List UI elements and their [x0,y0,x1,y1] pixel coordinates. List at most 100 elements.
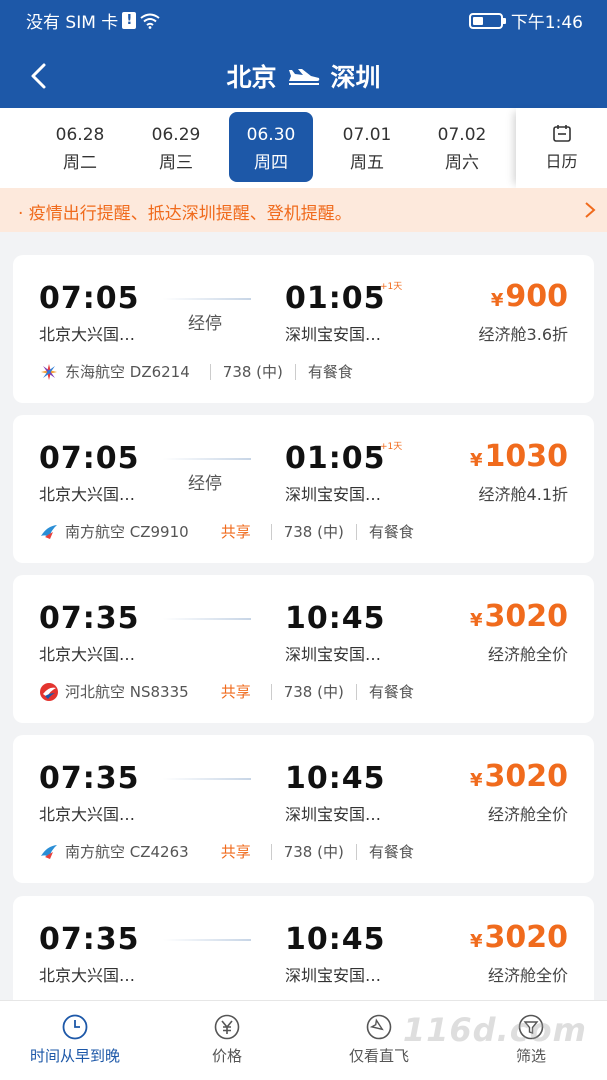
flight-card[interactable]: 07:35 北京大兴国… 10:45 深圳宝安国… ¥3020 经济舱全价 南方… [13,735,594,883]
route-line [163,778,251,780]
meal-info: 有餐食 [307,363,353,381]
currency-symbol: ¥ [469,450,483,471]
hebei-logo-icon [40,682,58,701]
flight-card[interactable]: 07:05 北京大兴国… 经停 01:05 +1天 深圳宝安国… ¥900 经济… [13,255,594,403]
arrival-airport: 深圳宝安国… [285,485,382,504]
cabin-class: 经济舱全价 [487,966,568,985]
price-value: 3020 [484,920,569,955]
status-bar: 没有 SIM 卡 下午1:46 [0,0,607,38]
plane-icon [288,69,319,85]
header: 北京 深圳 [0,44,607,108]
donghai-logo-icon [41,363,57,380]
chevron-right-icon [585,202,596,218]
airline-flight-no: 南方航空 CZ4263 [65,843,189,861]
bottom-sort-bar: 时间从早到晚 价格 仅看直飞 筛选 116d.com [0,1000,607,1080]
sort-price-label: 价格 [211,1047,242,1065]
cabin-class: 经济舱全价 [487,645,568,664]
stopover-label: 经停 [188,474,222,494]
departure-airport: 北京大兴国… [39,966,136,985]
codeshare-badge: 共享 [220,523,251,541]
currency-symbol: ¥ [469,610,483,631]
airline-flight-no: 南方航空 CZ9910 [65,523,189,541]
cabin-class: 经济舱3.6折 [478,325,568,344]
arrival-airport: 深圳宝安国… [285,645,382,664]
notice-text: · 疫情出行提醒、抵达深圳提醒、登机提醒。 [18,204,352,224]
sort-time-label: 时间从早到晚 [29,1047,120,1065]
calendar-button[interactable]: 日历 [516,108,607,188]
flight-card[interactable]: 07:35 北京大兴国… 10:45 深圳宝安国… ¥3020 经济舱全价 河北… [13,575,594,723]
route-line [163,298,251,300]
price: ¥1030 [470,439,568,474]
aircraft-type: 738 (中) [283,523,344,541]
cabin-class: 经济舱4.1折 [478,485,568,504]
departure-time: 07:05 [39,281,140,316]
date-tab-0701[interactable]: 07.01 周五 [325,112,409,182]
airline-flight-no: 东海航空 DZ6214 [65,363,190,381]
wifi-icon [140,13,160,29]
arrival-time: 10:45 [285,601,386,636]
currency-symbol: ¥ [490,290,504,311]
date-tab-0702[interactable]: 07.02 周六 [420,112,504,182]
stopover-label: 经停 [188,314,222,334]
direct-only-label: 仅看直飞 [348,1047,409,1065]
flight-card[interactable]: 07:05 北京大兴国… 经停 01:05 +1天 深圳宝安国… ¥1030 经… [13,415,594,563]
arrival-time: 10:45 [285,922,386,957]
china-southern-logo-icon [41,524,57,539]
price-value: 3020 [484,759,569,794]
aircraft-type: 738 (中) [283,683,344,701]
arrival-time: 01:05 [285,441,386,476]
route-line [163,618,251,620]
aircraft-type: 738 (中) [222,363,283,381]
meal-info: 有餐食 [368,683,414,701]
divider [355,523,357,540]
currency-symbol: ¥ [469,931,483,952]
direct-flight-icon [366,1014,392,1040]
divider [209,363,211,380]
sort-time-tab[interactable]: 时间从早到晚 [10,1013,140,1066]
price-value: 1030 [484,439,569,474]
departure-time: 07:35 [39,601,140,636]
route-line [163,939,251,941]
cabin-class: 经济舱全价 [487,805,568,824]
arrival-airport: 深圳宝安国… [285,325,382,344]
date-selector: 06.28 周二 06.29 周三 06.30 周四 07.01 周五 07.0… [0,108,607,188]
filter-label: 筛选 [515,1047,546,1065]
sort-price-tab[interactable]: 价格 [162,1013,292,1066]
clock-text: 下午1:46 [510,13,583,33]
destination-city: 深圳 [330,63,381,92]
departure-airport: 北京大兴国… [39,485,136,504]
price: ¥3020 [470,920,568,955]
date-tab-0630-selected[interactable]: 06.30 周四 [229,112,313,182]
flight-meta: 河北航空 NS8335 共享 738 (中) 有餐食 [39,681,414,702]
departure-airport: 北京大兴国… [39,805,136,824]
battery-icon [468,12,506,29]
arrival-airport: 深圳宝安国… [285,805,382,824]
route-line [163,458,251,460]
travel-notice-bar[interactable]: · 疫情出行提醒、抵达深圳提醒、登机提醒。 [0,188,607,232]
next-day-badge: +1天 [380,282,403,292]
divider [294,363,296,380]
sim-alert-icon [122,12,137,29]
route-title: 北京 深圳 [0,58,607,94]
date-tab-0628[interactable]: 06.28 周二 [38,112,122,182]
divider [270,523,272,540]
price-value: 3020 [484,599,569,634]
top-bar: 没有 SIM 卡 下午1:46 北京 深圳 [0,0,607,108]
departure-time: 07:05 [39,441,140,476]
clock-icon [62,1014,88,1040]
departure-time: 07:35 [39,761,140,796]
currency-symbol: ¥ [469,770,483,791]
site-watermark: 116d.com [402,1011,587,1049]
codeshare-badge: 共享 [220,683,251,701]
arrival-airport: 深圳宝安国… [285,966,382,985]
meal-info: 有餐食 [368,843,414,861]
aircraft-type: 738 (中) [283,843,344,861]
origin-city: 北京 [226,63,277,92]
price-value: 900 [505,279,568,314]
arrival-time: 10:45 [285,761,386,796]
codeshare-badge: 共享 [220,843,251,861]
arrival-time: 01:05 [285,281,386,316]
next-day-badge: +1天 [380,442,403,452]
date-tab-0629[interactable]: 06.29 周三 [134,112,218,182]
departure-airport: 北京大兴国… [39,645,136,664]
